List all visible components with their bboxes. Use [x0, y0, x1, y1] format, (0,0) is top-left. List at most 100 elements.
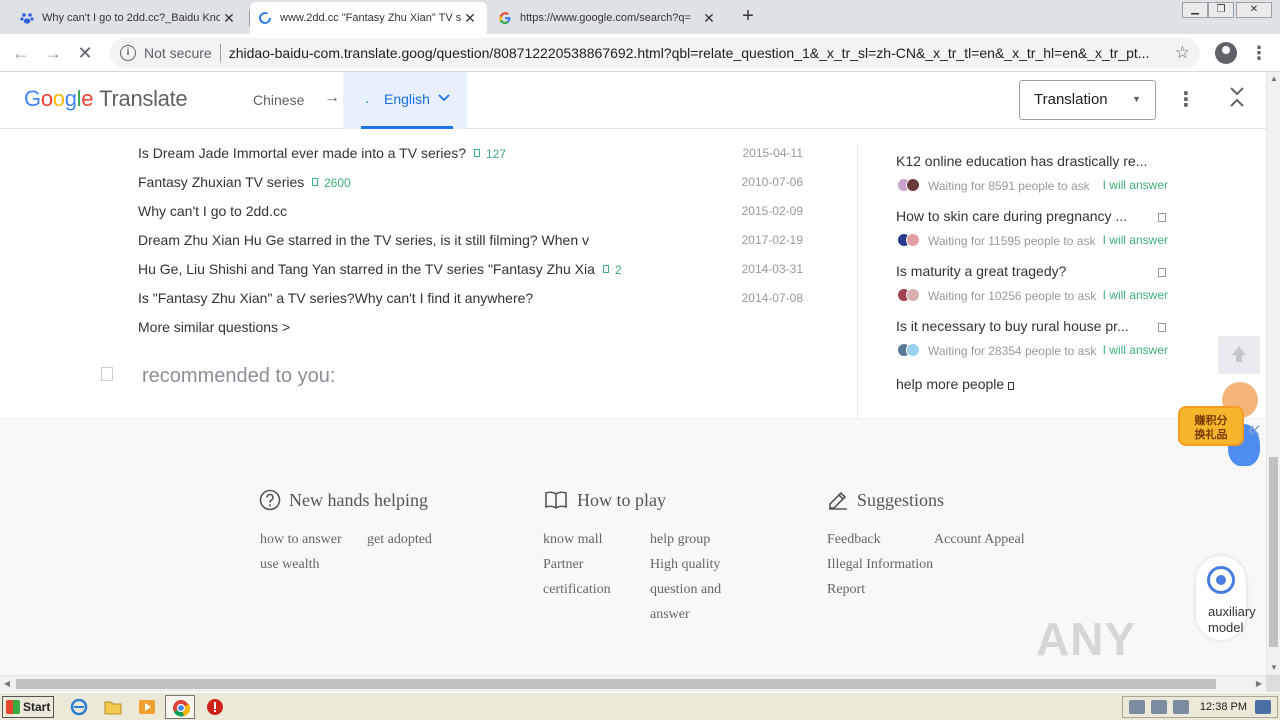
i-will-answer-link[interactable]: I will answer — [1103, 343, 1168, 357]
target-language-tab[interactable]: . English — [343, 72, 467, 129]
minimize-button[interactable]: ▁ — [1182, 2, 1208, 18]
sidebar-question[interactable]: Is maturity a great tragedy? Waiting for … — [896, 263, 1168, 313]
translation-mode-select[interactable]: Translation ▼ — [1019, 80, 1156, 120]
help-more-label: help more people — [896, 376, 1005, 392]
internet-explorer-icon[interactable] — [70, 698, 88, 716]
related-question-row[interactable]: Fantasy Zhuxian TV series 2600 2010-07-06 — [138, 172, 803, 194]
scroll-right-arrow-icon[interactable]: ▶ — [1252, 676, 1266, 692]
sidebar-question[interactable]: K12 online education has drastically re.… — [896, 153, 1168, 203]
chrome-taskbar-button[interactable] — [165, 695, 195, 719]
footer-link[interactable]: question and — [650, 582, 721, 598]
divider — [219, 44, 221, 62]
bookmark-star-icon[interactable]: ☆ — [1175, 43, 1190, 63]
close-icon[interactable]: ✕ — [220, 10, 238, 27]
profile-avatar-icon[interactable] — [1215, 42, 1237, 64]
related-question-text[interactable]: Fantasy Zhuxian TV series — [138, 174, 304, 190]
related-question-row[interactable]: Is Dream Jade Immortal ever made into a … — [138, 143, 803, 165]
close-icon[interactable]: ✕ — [700, 10, 718, 27]
restore-button[interactable]: ❐ — [1208, 2, 1234, 18]
sidebar-question[interactable]: Is it necessary to buy rural house pr...… — [896, 318, 1168, 368]
footer-link[interactable]: know mall — [543, 532, 603, 548]
close-icon[interactable]: ✕ — [461, 10, 479, 27]
new-tab-button[interactable]: + — [737, 5, 759, 27]
chrome-icon — [173, 700, 190, 717]
network-icon[interactable] — [1151, 700, 1167, 714]
related-question-text[interactable]: Dream Zhu Xian Hu Ge starred in the TV s… — [138, 232, 589, 248]
related-question-row[interactable]: Dream Zhu Xian Hu Ge starred in the TV s… — [138, 230, 803, 252]
help-more-people-link[interactable]: help more people — [896, 376, 1015, 392]
sidebar-question-title[interactable]: Is maturity a great tragedy? — [896, 263, 1168, 279]
collapse-translate-bar-icon[interactable] — [1224, 86, 1250, 112]
scrollbar-thumb[interactable] — [1269, 457, 1278, 647]
scroll-down-arrow-icon[interactable]: ▼ — [1267, 661, 1280, 675]
sidebar-question-title[interactable]: How to skin care during pregnancy ... — [896, 208, 1168, 224]
back-arrow-icon[interactable]: ← — [10, 42, 32, 64]
horizontal-scrollbar[interactable]: ◀ ▶ — [0, 675, 1266, 692]
footer-link[interactable]: answer — [650, 607, 690, 623]
chevron-left-double-icon[interactable]: « — [1248, 416, 1260, 442]
i-will-answer-link[interactable]: I will answer — [1103, 178, 1168, 192]
show-desktop-icon[interactable] — [1255, 700, 1271, 714]
question-date: 2014-07-08 — [741, 291, 803, 305]
footer-link[interactable]: help group — [650, 532, 710, 548]
vertical-scrollbar[interactable]: ▲ ▼ — [1266, 72, 1280, 675]
flag-icon[interactable] — [1173, 700, 1189, 714]
answer-icon — [474, 149, 480, 157]
scroll-up-arrow-icon[interactable]: ▲ — [1267, 72, 1280, 86]
scroll-to-top-button[interactable] — [1218, 336, 1260, 374]
sidebar-question-title[interactable]: K12 online education has drastically re.… — [896, 153, 1168, 169]
footer-link[interactable]: use wealth — [260, 557, 319, 573]
points-gift-promo[interactable]: 赚积分 换礼品 « — [1172, 380, 1266, 472]
footer-link[interactable]: High quality — [650, 557, 720, 573]
browser-toolbar: ← → ✕ i Not secure zhidao-baidu-com.tran… — [0, 34, 1280, 72]
address-bar[interactable]: i Not secure zhidao-baidu-com.translate.… — [110, 38, 1200, 68]
related-question-row[interactable]: Why can't I go to 2dd.cc 2015-02-09 — [138, 201, 803, 223]
info-icon[interactable]: i — [120, 45, 136, 61]
volume-icon[interactable] — [1129, 700, 1145, 714]
close-window-button[interactable]: ✕ — [1236, 2, 1272, 18]
sidebar-question[interactable]: How to skin care during pregnancy ... Wai… — [896, 208, 1168, 258]
start-label: Start — [23, 700, 51, 714]
tab-baidu-question[interactable]: Why can't I go to 2dd.cc?_Baidu Kno ✕ — [12, 2, 246, 34]
more-similar-questions-link[interactable]: More similar questions > — [138, 319, 290, 335]
tab-google-search[interactable]: https://www.google.com/search?q= ✕ — [490, 2, 726, 34]
avatar — [906, 233, 920, 247]
related-question-row[interactable]: Hu Ge, Liu Shishi and Tang Yan starred i… — [138, 259, 803, 281]
footer-link[interactable]: Feedback — [827, 532, 881, 548]
tab-fantasy-zhu-xian[interactable]: www.2dd.cc "Fantasy Zhu Xian" TV s ✕ — [250, 2, 487, 34]
forward-arrow-icon[interactable]: → — [42, 42, 64, 64]
scroll-left-arrow-icon[interactable]: ◀ — [0, 676, 14, 692]
tab-strip: Why can't I go to 2dd.cc?_Baidu Kno ✕ ww… — [0, 0, 1280, 34]
footer-link[interactable]: how to answer — [260, 532, 342, 548]
related-question-row[interactable]: Is "Fantasy Zhu Xian" a TV series?Why ca… — [138, 288, 803, 310]
related-question-text[interactable]: Is Dream Jade Immortal ever made into a … — [138, 145, 466, 161]
windows-taskbar: Start 12:38 PM — [0, 692, 1280, 720]
related-question-text[interactable]: Is "Fantasy Zhu Xian" a TV series?Why ca… — [138, 290, 533, 306]
source-language-tab[interactable]: Chinese — [253, 92, 304, 108]
footer-link[interactable]: certification — [543, 582, 611, 598]
related-question-text[interactable]: Hu Ge, Liu Shishi and Tang Yan starred i… — [138, 261, 595, 277]
sidebar-question-title[interactable]: Is it necessary to buy rural house pr... — [896, 318, 1168, 334]
stop-sign-icon[interactable] — [206, 698, 224, 716]
media-player-icon[interactable] — [138, 698, 156, 716]
i-will-answer-link[interactable]: I will answer — [1103, 233, 1168, 247]
footer-link[interactable]: get adopted — [367, 532, 432, 548]
tab-title: https://www.google.com/search?q= — [520, 12, 691, 24]
footer-link[interactable]: Account Appeal — [934, 532, 1025, 548]
google-translate-logo[interactable]: Google Translate — [24, 86, 188, 112]
browser-menu-icon[interactable]: ⋮ — [1250, 42, 1268, 64]
scrollbar-thumb[interactable] — [16, 679, 1216, 689]
footer-link[interactable]: Illegal Information — [827, 557, 933, 573]
i-will-answer-link[interactable]: I will answer — [1103, 288, 1168, 302]
start-button[interactable]: Start — [2, 696, 54, 718]
translate-logo-text: Translate — [99, 86, 188, 111]
promo-text: 赚积分 换礼品 — [1194, 415, 1228, 441]
footer-link[interactable]: Report — [827, 582, 865, 598]
related-question-text[interactable]: Why can't I go to 2dd.cc — [138, 203, 287, 219]
footer-link[interactable]: Partner — [543, 557, 583, 573]
folder-icon[interactable] — [104, 698, 122, 716]
logo-letter: G — [24, 86, 41, 111]
stop-loading-icon[interactable]: ✕ — [74, 42, 96, 64]
more-options-icon[interactable]: ⋮ — [1176, 88, 1196, 112]
url-text[interactable]: zhidao-baidu-com.translate.goog/question… — [229, 45, 1150, 61]
